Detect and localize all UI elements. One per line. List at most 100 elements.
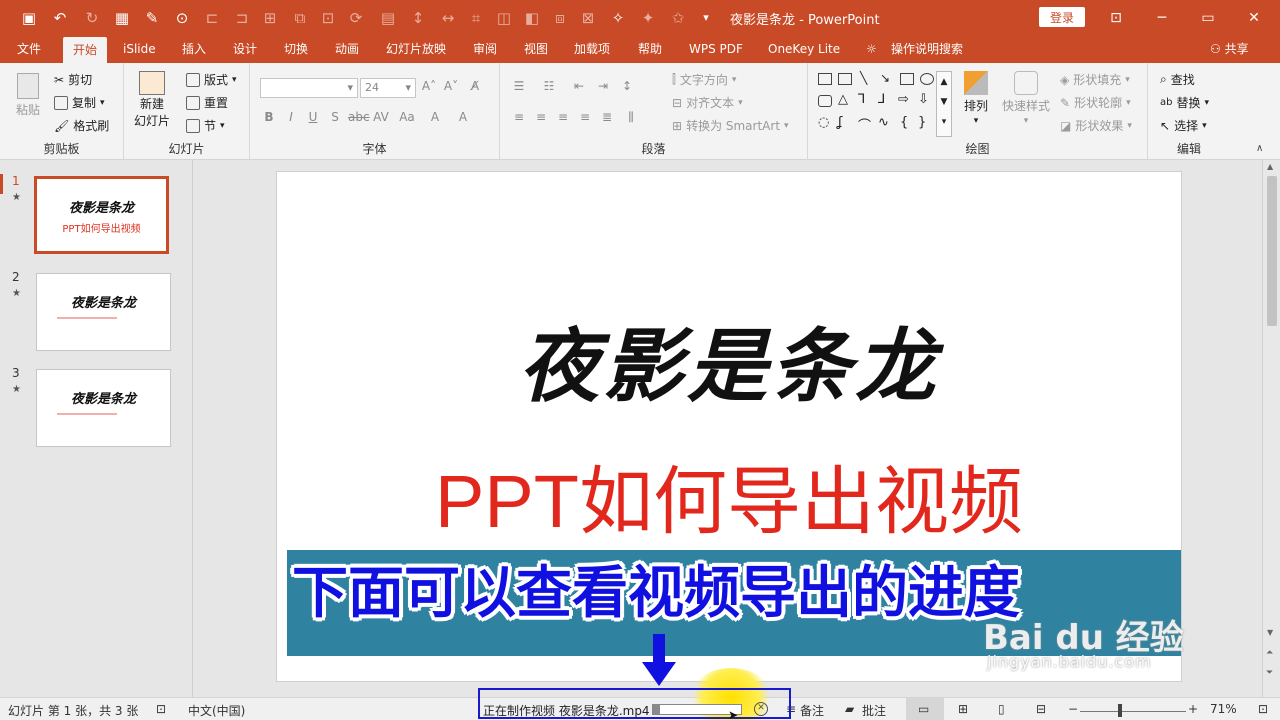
undo-icon[interactable]: ↶ [48, 0, 72, 35]
shrink-font-icon[interactable]: A˅ [442, 79, 460, 93]
right-arrow-shape-icon[interactable]: ⇨ [898, 92, 909, 107]
select-button[interactable]: ↖ 选择 ▾ [1160, 117, 1207, 134]
notes-button[interactable]: 备注 [800, 702, 824, 719]
grid-icon[interactable]: ▦ [112, 0, 132, 35]
ribbon-display-icon[interactable]: ⊡ [1096, 0, 1136, 35]
down-arrow-shape-icon[interactable]: ⇩ [918, 92, 929, 107]
zoom-slider-handle[interactable] [1118, 704, 1122, 717]
align-left-text-icon[interactable]: ≡ [510, 110, 528, 124]
tab-islide[interactable]: iSlide [123, 35, 156, 63]
share-button[interactable]: ⚇ 共享 [1210, 35, 1249, 63]
rotate-icon[interactable]: ⟳ [346, 0, 366, 35]
tell-me-search[interactable]: 操作说明搜索 [891, 35, 963, 63]
curve-shape-icon[interactable]: ∿ [878, 115, 889, 130]
section-button[interactable]: 节 ▾ [186, 117, 225, 134]
scribble-shape-icon[interactable]: ʆ [838, 115, 842, 130]
collapse-ribbon-icon[interactable]: ∧ [1256, 143, 1263, 154]
decrease-indent-icon[interactable]: ⇤ [570, 79, 588, 93]
elbow-connector-shape-icon[interactable]: ⅂ [858, 92, 865, 107]
shape-effects-button[interactable]: ◪ 形状效果 ▾ [1060, 117, 1132, 134]
zoom-out-button[interactable]: − [1068, 702, 1078, 716]
char-spacing-icon[interactable]: AV [372, 110, 390, 124]
save-icon[interactable]: ▣ [18, 0, 40, 35]
reset-button[interactable]: 重置 [186, 94, 228, 111]
slide-thumbnail-1[interactable]: 夜影是条龙 PPT如何导出视频 [34, 176, 169, 254]
text-direction-button[interactable]: ⫿ 文字方向 ▾ [672, 71, 736, 88]
crop-icon[interactable]: ⌗ [466, 0, 486, 35]
textbox-shape-icon[interactable] [818, 73, 832, 85]
normal-view-icon[interactable]: ▭ [918, 702, 929, 716]
accessibility-icon[interactable]: ⊡ [156, 702, 166, 716]
group-icon[interactable]: ⧉ [290, 0, 310, 35]
increase-indent-icon[interactable]: ⇥ [594, 79, 612, 93]
comments-icon[interactable]: ▰ [845, 702, 854, 716]
triangle-shape-icon[interactable]: △ [838, 92, 848, 107]
magic-wand-icon[interactable]: ✧ [608, 0, 628, 35]
right-brace-shape-icon[interactable]: } [918, 115, 926, 130]
replace-button[interactable]: ab 替换 ▾ [1160, 94, 1209, 111]
slide-title[interactable]: 夜影是条龙 [277, 302, 1181, 418]
numbering-icon[interactable]: ☷ [540, 79, 558, 93]
scroll-up-icon[interactable]: ▲ [1267, 162, 1273, 171]
redo-icon[interactable]: ↻ [82, 0, 102, 35]
slide-thumbnail-3[interactable]: 夜影是条龙 [36, 369, 171, 447]
oval-shape-icon[interactable] [920, 73, 934, 85]
star-outline-icon[interactable]: ✩ [668, 0, 688, 35]
vertical-textbox-shape-icon[interactable] [838, 73, 852, 85]
tab-transitions[interactable]: 切换 [284, 35, 308, 63]
language-indicator[interactable]: 中文(中国) [188, 702, 245, 719]
shadow-icon[interactable]: S [326, 110, 344, 124]
vertical-scrollbar[interactable]: ▲ ▼ ⏶ ⏷ [1262, 160, 1280, 697]
rounded-rect-shape-icon[interactable] [818, 95, 832, 107]
same-size-icon[interactable]: ◫ [494, 0, 514, 35]
paste-button[interactable]: 粘贴 [16, 73, 40, 118]
cancel-export-icon[interactable]: ✕ [754, 702, 768, 716]
align-right-text-icon[interactable]: ≡ [554, 110, 572, 124]
cut-button[interactable]: ✂ 剪切 [54, 71, 92, 88]
layout-button[interactable]: 版式 ▾ [186, 71, 237, 88]
lightbulb-icon[interactable]: ☼ [866, 35, 877, 63]
lock-icon[interactable]: ⊠ [578, 0, 598, 35]
line-spacing-icon[interactable]: ↕ [618, 79, 636, 93]
change-case-icon[interactable]: Aa [398, 110, 416, 124]
reading-view-icon[interactable]: ▯ [998, 702, 1005, 716]
font-name-combo[interactable]: ▾ [260, 78, 358, 98]
justify-icon[interactable]: ≡ [576, 110, 594, 124]
match-icon[interactable]: ◧ [522, 0, 542, 35]
slideshow-icon[interactable]: ⊟ [1036, 702, 1046, 716]
shape-fill-button[interactable]: ◈ 形状填充 ▾ [1060, 71, 1130, 88]
tab-review[interactable]: 审阅 [473, 35, 497, 63]
scroll-down-icon[interactable]: ▼ [1267, 628, 1273, 637]
quick-styles-button[interactable]: 快速样式 ▾ [1002, 71, 1050, 126]
new-slide-button[interactable]: 新建 幻灯片 [134, 71, 170, 129]
layer-icon[interactable]: ▤ [378, 0, 398, 35]
underline-icon[interactable]: U [304, 110, 322, 124]
tab-design[interactable]: 设计 [233, 35, 257, 63]
scrollbar-thumb[interactable] [1267, 176, 1277, 326]
comments-button[interactable]: 批注 [862, 702, 886, 719]
smartart-button[interactable]: ⊞ 转换为 SmartArt ▾ [672, 117, 789, 134]
grow-font-icon[interactable]: A˄ [420, 79, 438, 93]
align-left-icon[interactable]: ⊏ [202, 0, 222, 35]
freeform-shape-icon[interactable]: ◌ [818, 115, 829, 130]
slide-sorter-icon[interactable]: ⊞ [958, 702, 968, 716]
elbow-arrow-shape-icon[interactable]: ⅃ [878, 92, 885, 107]
close-button[interactable]: ✕ [1234, 0, 1274, 35]
zoom-in-button[interactable]: + [1188, 702, 1198, 716]
format-painter-button[interactable]: 🖌 格式刷 [54, 117, 109, 134]
highlight-icon[interactable]: A [454, 110, 472, 124]
present-icon[interactable]: ⊙ [172, 0, 192, 35]
height-icon[interactable]: ↕ [408, 0, 428, 35]
italic-icon[interactable]: I [282, 110, 300, 124]
previous-slide-icon[interactable]: ⏶ [1266, 648, 1273, 658]
shape-outline-button[interactable]: ✎ 形状轮廓 ▾ [1060, 94, 1131, 111]
font-color-icon[interactable]: A [426, 110, 444, 124]
shapes-gallery[interactable]: ╲ ↘ △ ⅂ ⅃ ⇨ ⇩ ◌ ʆ ⌒ ∿ { } [818, 71, 948, 135]
slide-thumbnail-2[interactable]: 夜影是条龙 [36, 273, 171, 351]
tab-insert[interactable]: 插入 [182, 35, 206, 63]
arc-shape-icon[interactable]: ⌒ [858, 115, 871, 134]
bullets-icon[interactable]: ☰ [510, 79, 528, 93]
left-brace-shape-icon[interactable]: { [900, 115, 908, 130]
align-right-icon[interactable]: ⊐ [232, 0, 252, 35]
tab-animations[interactable]: 动画 [335, 35, 359, 63]
